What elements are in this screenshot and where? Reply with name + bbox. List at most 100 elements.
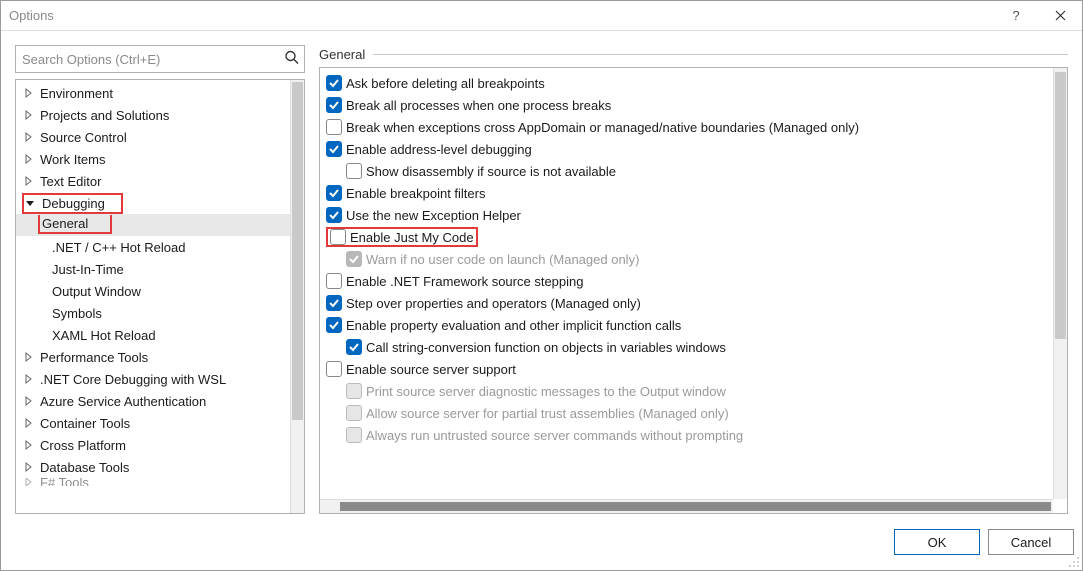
tree-node-label: Debugging — [40, 195, 107, 212]
option-label: Allow source server for partial trust as… — [366, 406, 729, 421]
option-label: Always run untrusted source server comma… — [366, 428, 743, 443]
tree-node-debugging[interactable]: Debugging — [16, 192, 290, 214]
search-input[interactable] — [16, 46, 304, 72]
expand-arrow-icon[interactable] — [22, 461, 34, 473]
checkbox[interactable] — [346, 163, 362, 179]
expand-arrow-icon[interactable] — [22, 109, 34, 121]
checkbox[interactable] — [326, 141, 342, 157]
section-title: General — [319, 47, 373, 62]
ok-label: OK — [928, 535, 947, 550]
tree-node-azure-service-authentication[interactable]: Azure Service Authentication — [16, 390, 290, 412]
tree-node-symbols[interactable]: Symbols — [16, 302, 290, 324]
expand-arrow-icon[interactable] — [24, 197, 36, 209]
expand-arrow-icon[interactable] — [22, 439, 34, 451]
checkbox[interactable] — [326, 97, 342, 113]
checkbox[interactable] — [326, 119, 342, 135]
option-row[interactable]: Enable breakpoint filters — [322, 182, 1065, 204]
section-divider — [373, 54, 1068, 55]
expand-arrow-icon[interactable] — [22, 87, 34, 99]
checkbox[interactable] — [326, 75, 342, 91]
ok-button[interactable]: OK — [894, 529, 980, 555]
cancel-button[interactable]: Cancel — [988, 529, 1074, 555]
tree-node-general[interactable]: General — [16, 214, 290, 236]
close-button[interactable] — [1038, 1, 1082, 31]
option-row[interactable]: Break when exceptions cross AppDomain or… — [322, 116, 1065, 138]
option-row[interactable]: Call string-conversion function on objec… — [322, 336, 1065, 358]
expand-arrow-icon[interactable] — [22, 478, 34, 486]
settings-vscrollbar-thumb[interactable] — [1055, 72, 1066, 339]
category-tree: Environment Projects and SolutionsSource … — [15, 79, 305, 514]
tree-node-label: Container Tools — [38, 415, 132, 432]
option-label: Show disassembly if source is not availa… — [366, 164, 616, 179]
option-label: Enable breakpoint filters — [346, 186, 485, 201]
search-icon[interactable] — [284, 50, 300, 69]
expand-arrow-icon[interactable] — [22, 175, 34, 187]
option-row: Print source server diagnostic messages … — [322, 380, 1065, 402]
checkbox[interactable] — [326, 185, 342, 201]
tree-node-database-tools[interactable]: Database Tools — [16, 456, 290, 478]
option-label: Ask before deleting all breakpoints — [346, 76, 545, 91]
tree-node-label: Symbols — [50, 305, 104, 322]
option-row[interactable]: Ask before deleting all breakpoints — [322, 72, 1065, 94]
tree-node-just-in-time[interactable]: Just-In-Time — [16, 258, 290, 280]
expand-arrow-icon[interactable] — [22, 153, 34, 165]
checkbox[interactable] — [326, 273, 342, 289]
option-row[interactable]: Enable Just My Code — [322, 226, 1065, 248]
checkbox[interactable] — [326, 207, 342, 223]
checkbox[interactable] — [326, 295, 342, 311]
tree-node--net-core-debugging-with-wsl[interactable]: .NET Core Debugging with WSL — [16, 368, 290, 390]
option-row[interactable]: Break all processes when one process bre… — [322, 94, 1065, 116]
titlebar: Options ? — [1, 1, 1082, 31]
tree-node-f-tools[interactable]: F# Tools — [16, 478, 290, 486]
settings-panel: Ask before deleting all breakpoints Break… — [319, 67, 1068, 514]
tree-node-label: Just-In-Time — [50, 261, 126, 278]
tree-node-label: Text Editor — [38, 173, 103, 190]
resize-grip-icon[interactable] — [1068, 556, 1080, 568]
expand-arrow-icon[interactable] — [22, 131, 34, 143]
tree-node--net-c-hot-reload[interactable]: .NET / C++ Hot Reload — [16, 236, 290, 258]
tree-node-label: F# Tools — [38, 478, 91, 486]
tree-node-source-control[interactable]: Source Control — [16, 126, 290, 148]
tree-node-environment[interactable]: Environment — [16, 82, 290, 104]
option-row[interactable]: Enable .NET Framework source stepping — [322, 270, 1065, 292]
tree-node-xaml-hot-reload[interactable]: XAML Hot Reload — [16, 324, 290, 346]
checkbox[interactable] — [330, 229, 346, 245]
tree-node-label: Environment — [38, 85, 115, 102]
checkbox[interactable] — [346, 339, 362, 355]
checkbox[interactable] — [326, 317, 342, 333]
option-label: Break all processes when one process bre… — [346, 98, 611, 113]
tree-node-label: Database Tools — [38, 459, 131, 476]
option-row[interactable]: Enable address-level debugging — [322, 138, 1065, 160]
option-row[interactable]: Use the new Exception Helper — [322, 204, 1065, 226]
expand-arrow-icon[interactable] — [22, 417, 34, 429]
option-row[interactable]: Step over properties and operators (Mana… — [322, 292, 1065, 314]
tree-node-cross-platform[interactable]: Cross Platform — [16, 434, 290, 456]
search-input-wrapper[interactable] — [15, 45, 305, 73]
tree-node-label: XAML Hot Reload — [50, 327, 158, 344]
tree-scrollbar-thumb[interactable] — [292, 82, 303, 420]
tree-node-text-editor[interactable]: Text Editor — [16, 170, 290, 192]
tree-node-work-items[interactable]: Work Items — [16, 148, 290, 170]
tree-node-label: .NET Core Debugging with WSL — [38, 371, 228, 388]
settings-hscrollbar[interactable] — [320, 499, 1053, 513]
option-label: Enable property evaluation and other imp… — [346, 318, 681, 333]
window-title: Options — [9, 8, 994, 23]
section-header: General — [319, 45, 1068, 63]
settings-vscrollbar[interactable] — [1053, 68, 1067, 499]
help-button[interactable]: ? — [994, 1, 1038, 31]
option-row[interactable]: Enable property evaluation and other imp… — [322, 314, 1065, 336]
tree-scrollbar[interactable] — [290, 80, 304, 513]
tree-node-output-window[interactable]: Output Window — [16, 280, 290, 302]
tree-node-projects-and-solutions[interactable]: Projects and Solutions — [16, 104, 290, 126]
option-row[interactable]: Show disassembly if source is not availa… — [322, 160, 1065, 182]
tree-scroll[interactable]: Environment Projects and SolutionsSource … — [16, 80, 290, 513]
expand-arrow-icon[interactable] — [22, 351, 34, 363]
tree-node-performance-tools[interactable]: Performance Tools — [16, 346, 290, 368]
settings-scroll[interactable]: Ask before deleting all breakpoints Break… — [320, 68, 1067, 513]
tree-node-container-tools[interactable]: Container Tools — [16, 412, 290, 434]
expand-arrow-icon[interactable] — [22, 395, 34, 407]
option-row[interactable]: Enable source server support — [322, 358, 1065, 380]
settings-hscrollbar-thumb[interactable] — [340, 502, 1051, 511]
checkbox[interactable] — [326, 361, 342, 377]
expand-arrow-icon[interactable] — [22, 373, 34, 385]
